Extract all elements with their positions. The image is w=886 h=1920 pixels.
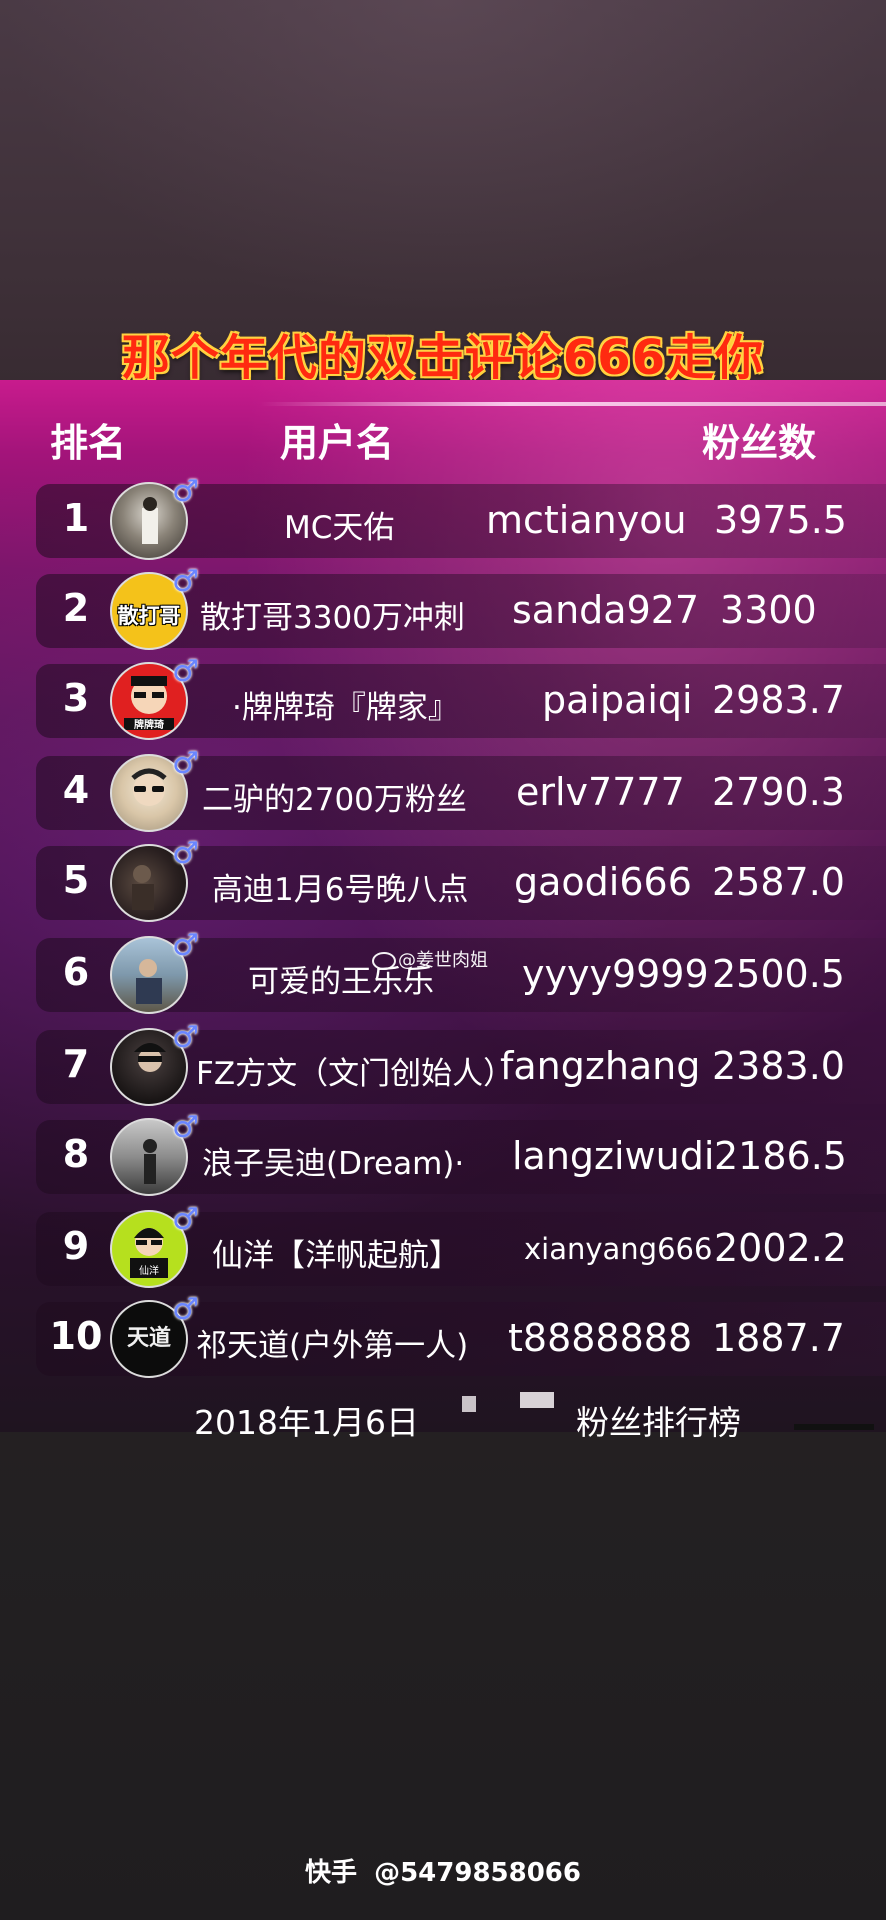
nickname: 浪子吴迪(Dream)· [202, 1146, 465, 1182]
male-icon: ♂ [172, 1020, 199, 1055]
avatar-label: 仙洋 [139, 1266, 159, 1277]
weibo-icon [372, 952, 396, 970]
kuaishou-id: @5479858066 [374, 1858, 581, 1888]
male-icon: ♂ [172, 654, 199, 689]
rank-number: 2 [62, 586, 90, 630]
redacted-mark [462, 1396, 476, 1412]
fan-count: 2790.3 [712, 770, 845, 814]
footer-label: 粉丝排行榜 [576, 1403, 741, 1442]
nickname: FZ方文（文门创始人） [196, 1056, 515, 1092]
footer-date: 2018年1月6日 [194, 1403, 419, 1442]
table-row: 3 牌牌琦 ♂ ·牌牌琦『牌家』 paipaiqi 2983.7 [36, 654, 886, 740]
watermark-text: @姜世肉姐 [398, 950, 488, 971]
male-icon: ♂ [172, 928, 199, 963]
rank-number: 3 [62, 676, 90, 720]
male-icon: ♂ [172, 746, 199, 781]
nickname: MC天佑 [284, 510, 395, 546]
fan-count: 2186.5 [714, 1134, 847, 1178]
fan-count: 2002.2 [714, 1226, 847, 1270]
rank-number: 7 [62, 1042, 90, 1086]
fan-count: 2983.7 [712, 678, 845, 722]
nickname: 祁天道(户外第一人) [196, 1328, 469, 1364]
nickname: 散打哥3300万冲刺 [200, 600, 465, 636]
table-row: 1 ♂ MC天佑 mctianyou 3975.5 [36, 474, 886, 560]
male-icon: ♂ [172, 1292, 199, 1327]
male-icon: ♂ [172, 1110, 199, 1145]
user-id: paipaiqi [542, 678, 693, 722]
header-fans: 粉丝数 [702, 421, 817, 465]
rank-number: 8 [62, 1132, 90, 1176]
user-id: sanda927 [512, 588, 700, 632]
avatar-label: 散打哥 [117, 604, 181, 628]
fan-count: 1887.7 [712, 1316, 845, 1360]
redacted-mark [794, 1424, 874, 1430]
user-id: fangzhang [500, 1044, 701, 1088]
avatar-label: 牌牌琦 [134, 720, 164, 731]
table-row: 2 散打哥 ♂ 散打哥3300万冲刺 sanda927 3300 [36, 564, 886, 650]
kuaishou-app-label: 快手 [305, 1858, 358, 1888]
user-id: gaodi666 [514, 860, 692, 904]
user-id: yyyy9999 [522, 952, 709, 996]
page-title: 那个年代的双击评论666走你 [121, 330, 765, 386]
header-divider [260, 402, 886, 406]
table-row: 9 仙洋 ♂ 仙洋【洋帆起航】 xianyang666 2002.2 [36, 1202, 886, 1288]
table-header: 排名 用户名 粉丝数 [0, 412, 886, 472]
nickname: 高迪1月6号晚八点 [212, 872, 469, 908]
user-id: mctianyou [486, 498, 687, 542]
male-icon: ♂ [172, 836, 199, 871]
header-rank: 排名 [50, 421, 127, 465]
weibo-watermark: @姜世肉姐 [372, 946, 488, 972]
nickname: 仙洋【洋帆起航】 [212, 1238, 460, 1274]
rank-number: 6 [62, 950, 90, 994]
male-icon: ♂ [172, 1202, 199, 1237]
nickname: ·牌牌琦『牌家』 [232, 690, 459, 726]
user-id: erlv7777 [516, 770, 685, 814]
table-row: 5 ♂ 高迪1月6号晚八点 gaodi666 2587.0 [36, 836, 886, 922]
rank-number: 4 [62, 768, 90, 812]
fan-count: 2587.0 [712, 860, 845, 904]
user-id: t8888888 [508, 1316, 693, 1360]
fan-count: 2500.5 [712, 952, 845, 996]
nickname: 二驴的2700万粉丝 [202, 782, 467, 818]
table-row: 7 ♂ FZ方文（文门创始人） fangzhang 2383.0 [36, 1020, 886, 1106]
fan-count: 2383.0 [712, 1044, 845, 1088]
redacted-mark [520, 1392, 554, 1408]
header-username: 用户名 [280, 421, 395, 465]
table-row: 8 ♂ 浪子吴迪(Dream)· langziwudi 2186.5 [36, 1110, 886, 1196]
user-id: xianyang666 [524, 1232, 713, 1266]
table-row: 10 天道 ♂ 祁天道(户外第一人) t8888888 1887.7 [36, 1292, 886, 1378]
background-haze [0, 0, 886, 320]
kuaishou-footer: 快手 @5479858066 [0, 1852, 886, 1889]
rank-number: 1 [62, 496, 90, 540]
male-icon: ♂ [172, 564, 199, 599]
male-icon: ♂ [172, 474, 199, 509]
rank-number: 9 [62, 1224, 90, 1268]
rank-number: 5 [62, 858, 90, 902]
fan-count: 3300 [720, 588, 817, 632]
fan-count: 3975.5 [714, 498, 847, 542]
user-id: langziwudi [512, 1134, 715, 1178]
table-row: 4 ♂ 二驴的2700万粉丝 erlv7777 2790.3 [36, 746, 886, 832]
